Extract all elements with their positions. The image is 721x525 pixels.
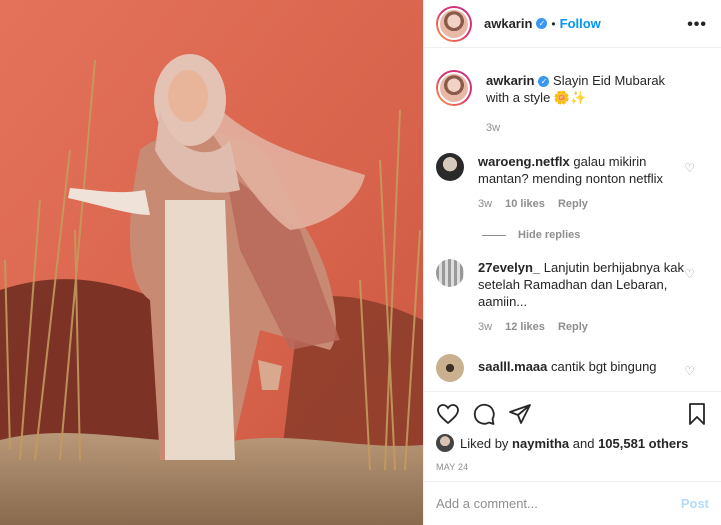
caption: awkarin ✓ Slayin Eid Mubarak with a style… xyxy=(424,70,721,137)
reply-button[interactable]: Reply xyxy=(558,321,588,333)
comment-time[interactable]: 3w xyxy=(478,198,492,210)
post-date[interactable]: MAY 24 xyxy=(436,462,709,472)
bookmark-icon[interactable] xyxy=(685,402,709,426)
post-button[interactable]: Post xyxy=(681,496,709,511)
author-username[interactable]: awkarin xyxy=(484,16,532,31)
comment-text: cantik bgt bingung xyxy=(551,359,657,374)
comment-meta: 3w 12 likes Reply xyxy=(478,319,685,336)
comment-avatar[interactable] xyxy=(436,259,464,287)
likes-prefix: Liked by xyxy=(460,435,509,451)
action-icons xyxy=(436,402,709,426)
separator-dot: • xyxy=(551,16,556,31)
author-info: awkarin ✓ • Follow xyxy=(484,16,601,31)
divider-line xyxy=(482,234,506,236)
photo-illustration xyxy=(0,0,423,525)
likes-and: and xyxy=(572,435,595,451)
caption-body: awkarin ✓ Slayin Eid Mubarak with a style… xyxy=(486,70,707,137)
caption-username[interactable]: awkarin xyxy=(486,73,534,88)
post-actions: Liked by naymitha and 105,581 others MAY… xyxy=(424,391,721,472)
heart-icon[interactable]: ♡ xyxy=(684,267,695,281)
comment-row: saalll.maaa cantik bgt bingung ♡ xyxy=(424,354,721,382)
comment-row: 27evelyn_ Lanjutin berhijabnya kak setel… xyxy=(424,259,721,336)
comment-username[interactable]: waroeng.netflx xyxy=(478,154,570,169)
hide-replies-label: Hide replies xyxy=(518,229,581,241)
comment-body: 27evelyn_ Lanjutin berhijabnya kak setel… xyxy=(478,259,707,336)
comment-input[interactable] xyxy=(436,496,681,511)
caption-meta: 3w xyxy=(486,120,685,137)
verified-icon: ✓ xyxy=(538,76,550,88)
liker-avatar[interactable] xyxy=(436,434,454,452)
comment-row: waroeng.netflx galau mikirin mantan? men… xyxy=(424,153,721,213)
hide-replies-button[interactable]: Hide replies xyxy=(482,229,721,241)
post-modal: awkarin ✓ • Follow ••• awkarin ✓ Slayin E… xyxy=(0,0,721,525)
comment-icon[interactable] xyxy=(472,402,496,426)
post-header: awkarin ✓ • Follow ••• xyxy=(424,0,721,48)
comment-body: waroeng.netflx galau mikirin mantan? men… xyxy=(478,153,707,213)
comments-list[interactable]: awkarin ✓ Slayin Eid Mubarak with a style… xyxy=(424,56,721,391)
comment-likes[interactable]: 10 likes xyxy=(505,198,545,210)
caption-time[interactable]: 3w xyxy=(486,122,500,134)
comment-time[interactable]: 3w xyxy=(478,321,492,333)
reply-button[interactable]: Reply xyxy=(558,198,588,210)
likes-summary: Liked by naymitha and 105,581 others xyxy=(436,434,709,452)
comment-username[interactable]: saalll.maaa xyxy=(478,359,547,374)
verified-icon: ✓ xyxy=(536,18,548,29)
share-icon[interactable] xyxy=(508,402,532,426)
post-photo[interactable] xyxy=(0,0,423,525)
more-icon[interactable]: ••• xyxy=(687,16,707,34)
author-avatar[interactable] xyxy=(436,5,472,42)
comment-body: saalll.maaa cantik bgt bingung xyxy=(478,354,679,382)
heart-icon[interactable]: ♡ xyxy=(684,364,695,378)
liker-username[interactable]: naymitha xyxy=(512,436,569,451)
caption-avatar[interactable] xyxy=(436,70,472,106)
likes-count[interactable]: 105,581 others xyxy=(598,436,688,451)
comment-avatar[interactable] xyxy=(436,354,464,382)
heart-icon[interactable] xyxy=(436,402,460,426)
heart-icon[interactable]: ♡ xyxy=(684,161,695,175)
follow-button[interactable]: Follow xyxy=(560,16,601,31)
comment-likes[interactable]: 12 likes xyxy=(505,321,545,333)
post-side-panel: awkarin ✓ • Follow ••• awkarin ✓ Slayin E… xyxy=(423,0,721,525)
comment-meta: 3w 10 likes Reply xyxy=(478,196,685,213)
comment-username[interactable]: 27evelyn_ xyxy=(478,260,540,275)
comment-avatar[interactable] xyxy=(436,153,464,181)
add-comment-bar: Post xyxy=(424,481,721,525)
